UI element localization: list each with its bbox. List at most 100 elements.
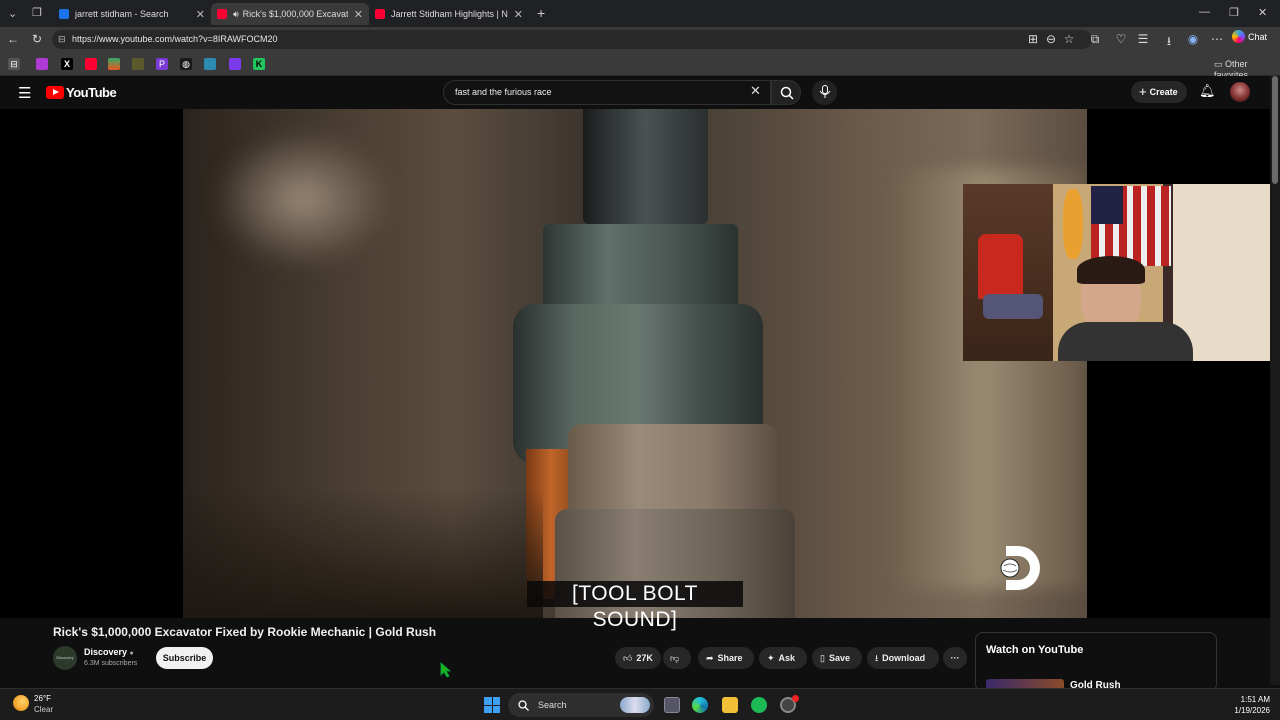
youtube-logo-icon[interactable] bbox=[46, 86, 64, 99]
search-icon bbox=[518, 700, 529, 711]
workspaces-icon[interactable]: ❐ bbox=[32, 6, 42, 19]
audio-playing-icon[interactable]: 🔊︎ bbox=[233, 9, 239, 20]
windows-start-icon[interactable] bbox=[484, 697, 500, 713]
watch-on-youtube-panel: Watch on YouTube Gold Rush bbox=[975, 632, 1217, 693]
favorites-toggle-icon[interactable]: ⊟ bbox=[8, 58, 20, 70]
ask-button[interactable]: ✦ Ask bbox=[759, 647, 807, 669]
channel-avatar[interactable]: Discovery bbox=[53, 646, 77, 670]
foreground-shadow bbox=[183, 489, 543, 618]
page-scrollbar[interactable] bbox=[1270, 76, 1280, 685]
impact-wrench-shaft bbox=[583, 109, 708, 224]
bookmark-icon: ▯ bbox=[820, 653, 825, 663]
browser-essentials-icon[interactable]: ♡ bbox=[1114, 32, 1128, 46]
spotify-icon[interactable] bbox=[751, 697, 767, 713]
twitch-icon[interactable] bbox=[229, 58, 241, 70]
clear-search-icon[interactable]: ✕ bbox=[750, 83, 761, 99]
more-options-icon[interactable]: ⋯ bbox=[1210, 32, 1224, 46]
thumbs-up-icon: 👍︎ bbox=[623, 653, 633, 663]
site-info-icon[interactable]: ⊟ bbox=[58, 30, 66, 49]
app-with-badge-icon[interactable] bbox=[780, 695, 799, 713]
voice-search-button[interactable] bbox=[812, 80, 837, 105]
extensions-icon[interactable]: ⧉ bbox=[1088, 32, 1102, 47]
notifications-bell-icon[interactable]: 🔔︎ bbox=[1199, 83, 1216, 99]
close-tab-icon[interactable]: ✕ bbox=[196, 8, 205, 21]
dislike-button[interactable]: 👎︎ bbox=[663, 647, 691, 669]
webcam-person-shirt bbox=[1058, 322, 1193, 361]
save-button[interactable]: ▯ Save bbox=[812, 647, 862, 669]
watch-panel-title: Watch on YouTube bbox=[986, 644, 1084, 656]
video-frame[interactable] bbox=[183, 109, 1087, 618]
webcam-flag-canton bbox=[1091, 186, 1123, 224]
background-blur bbox=[213, 129, 393, 269]
app-available-icon[interactable]: ⊞ bbox=[1026, 32, 1040, 46]
webcam-overlay bbox=[963, 184, 1280, 361]
webcam-shelf-items bbox=[983, 294, 1043, 319]
system-clock[interactable]: 1:51 AM 1/19/2026 bbox=[1222, 694, 1270, 716]
account-avatar[interactable] bbox=[1230, 82, 1250, 102]
x-twitter-icon[interactable]: X bbox=[61, 58, 73, 70]
plus-icon: + bbox=[1139, 84, 1147, 99]
sparkle-icon: ✦ bbox=[767, 653, 775, 663]
share-arrow-icon: ➦ bbox=[706, 653, 714, 663]
more-actions-button[interactable]: ··· bbox=[943, 647, 967, 669]
close-window-icon[interactable]: ✕ bbox=[1258, 6, 1267, 19]
favorite-blue-icon[interactable] bbox=[204, 58, 216, 70]
share-button[interactable]: ➦ Share bbox=[698, 647, 754, 669]
create-button[interactable]: + Create bbox=[1131, 81, 1187, 103]
subscribe-button[interactable]: Subscribe bbox=[156, 647, 213, 669]
tab-excavator-video[interactable]: 🔊︎ Rick's $1,000,000 Excavator Fi ✕ bbox=[211, 3, 369, 25]
weather-temperature[interactable]: 26°F bbox=[34, 694, 51, 703]
search-button[interactable] bbox=[771, 80, 801, 105]
favorite-purple-icon[interactable] bbox=[36, 58, 48, 70]
favorite-gamepad-icon[interactable]: ◍ bbox=[180, 58, 192, 70]
tab-stidham-highlights[interactable]: Jarrett Stidham Highlights | NFL 20 ✕ bbox=[369, 3, 529, 25]
youtube-favicon-icon bbox=[375, 9, 385, 19]
subscriber-count: 6.3M subscribers bbox=[84, 660, 138, 667]
copilot-chat-button[interactable]: Chat bbox=[1232, 29, 1267, 43]
search-input[interactable]: fast and the furious race bbox=[443, 80, 771, 105]
profile-icon[interactable]: ◉ bbox=[1186, 32, 1200, 46]
task-view-icon[interactable] bbox=[664, 697, 680, 713]
refresh-icon[interactable]: ↻ bbox=[30, 32, 44, 46]
restore-icon[interactable]: ❐ bbox=[1229, 6, 1239, 19]
kick-icon[interactable]: K bbox=[253, 58, 265, 70]
zoom-icon[interactable]: ⊖ bbox=[1044, 32, 1058, 46]
downloads-icon[interactable]: ⭳ bbox=[1162, 32, 1176, 53]
favorites-bar: ⊟ X P ◍ K ▭ Other favorites bbox=[0, 52, 1280, 80]
thumbs-down-icon: 👎︎ bbox=[670, 653, 680, 663]
youtube-favorite-icon[interactable] bbox=[85, 58, 97, 70]
video-title: Rick's $1,000,000 Excavator Fixed by Roo… bbox=[53, 625, 437, 639]
youtube-logo-text[interactable]: YouTube bbox=[66, 85, 117, 100]
close-tab-icon[interactable]: ✕ bbox=[514, 8, 523, 21]
weather-moon-icon[interactable] bbox=[13, 695, 29, 711]
tab-actions-chevron-icon[interactable]: ⌄ bbox=[8, 7, 17, 20]
webcam-orange-flag bbox=[1063, 189, 1083, 259]
address-bar[interactable]: ⊟ https://www.youtube.com/watch?v=8IRAWF… bbox=[52, 30, 1092, 49]
favorite-colorful-icon[interactable] bbox=[108, 58, 120, 70]
tab-jarrett-stidham-search[interactable]: jarrett stidham - Search ✕ bbox=[53, 3, 211, 25]
close-tab-icon[interactable]: ✕ bbox=[354, 8, 363, 21]
search-highlight-icon bbox=[620, 697, 650, 713]
like-button[interactable]: 👍︎ 27K bbox=[615, 647, 661, 669]
file-explorer-icon[interactable] bbox=[722, 697, 738, 713]
browser-toolbar: ← ↻ ⊟ https://www.youtube.com/watch?v=8I… bbox=[0, 27, 1280, 52]
channel-name[interactable]: Discovery ● bbox=[84, 647, 134, 657]
edge-browser-icon[interactable] bbox=[692, 697, 708, 713]
taskbar-search-box[interactable]: Search bbox=[508, 693, 654, 717]
hamburger-menu-icon[interactable]: ☰ bbox=[18, 84, 31, 102]
download-button[interactable]: ⭳ Download bbox=[867, 647, 939, 669]
notification-badge bbox=[792, 695, 799, 702]
favorites-list-icon[interactable]: ☰ bbox=[1136, 32, 1150, 46]
closed-caption: [TOOL BOLT SOUND] bbox=[527, 581, 743, 631]
scrollbar-thumb[interactable] bbox=[1272, 76, 1278, 184]
favorite-game-icon[interactable] bbox=[132, 58, 144, 70]
back-arrow-icon[interactable]: ← bbox=[6, 32, 20, 46]
weather-condition[interactable]: Clear bbox=[34, 705, 53, 714]
mouse-cursor-icon bbox=[440, 662, 452, 678]
minimize-icon[interactable]: — bbox=[1199, 6, 1210, 18]
browser-tab-strip: ⌄ ❐ jarrett stidham - Search ✕ 🔊︎ Rick's… bbox=[0, 0, 1280, 27]
favorite-p-icon[interactable]: P bbox=[156, 58, 168, 70]
new-tab-plus-icon[interactable]: + bbox=[537, 5, 545, 21]
favorite-star-icon[interactable]: ☆ bbox=[1062, 32, 1076, 46]
download-icon: ⭳ bbox=[875, 653, 879, 663]
